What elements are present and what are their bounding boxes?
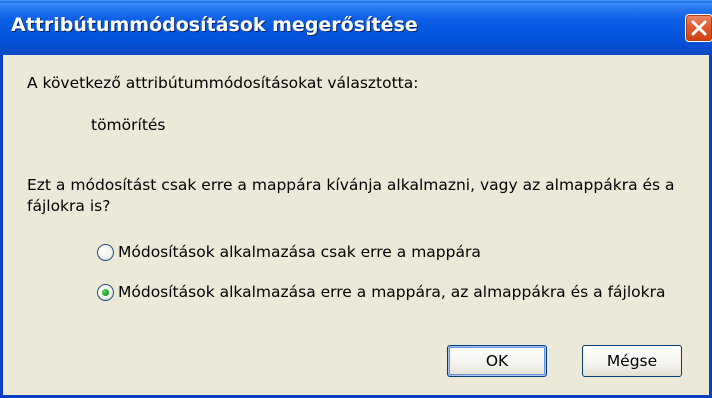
radio-option-this-folder-only[interactable]: Módosítások alkalmazása csak erre a mapp…	[97, 241, 481, 263]
close-icon	[691, 20, 707, 36]
change-name: tömörítés	[91, 116, 166, 134]
radio-button-unselected[interactable]	[97, 243, 114, 261]
confirm-attribute-changes-dialog: Attribútummódosítások megerősítése A köv…	[0, 0, 712, 398]
radio-selected-dot	[102, 288, 109, 296]
radio-label: Módosítások alkalmazása erre a mappára, …	[118, 283, 666, 301]
question-text-line-2: fájlokra is?	[27, 197, 111, 215]
radio-option-folder-subfolders-files[interactable]: Módosítások alkalmazása erre a mappára, …	[97, 281, 665, 303]
cancel-button[interactable]: Mégse	[582, 345, 682, 377]
radio-label: Módosítások alkalmazása csak erre a mapp…	[118, 243, 481, 261]
close-button[interactable]	[685, 14, 712, 42]
question-text-line-1: Ezt a módosítást csak erre a mappára kív…	[27, 176, 675, 194]
window-title: Attribútummódosítások megerősítése	[11, 14, 418, 36]
intro-text: A következő attribútummódosításokat vála…	[27, 74, 419, 92]
radio-button-selected[interactable]	[97, 283, 114, 301]
title-bar[interactable]: Attribútummódosítások megerősítése	[0, 0, 712, 55]
ok-button[interactable]: OK	[447, 345, 547, 377]
